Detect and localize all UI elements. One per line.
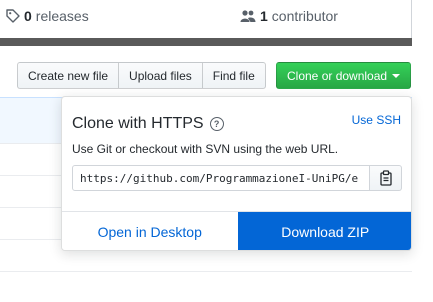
releases-label: releases [35,8,89,24]
open-in-desktop-button[interactable]: Open in Desktop [62,212,238,250]
download-zip-button[interactable]: Download ZIP [237,212,411,250]
clipboard-icon [379,170,392,186]
repo-summary-bar: 0 releases 1 contributor [0,0,412,38]
clone-title: Clone with HTTPS ? [72,115,224,133]
find-file-button[interactable]: Find file [201,62,266,89]
people-icon [240,10,256,22]
upload-files-button[interactable]: Upload files [118,62,203,89]
clone-title-text: Clone with HTTPS [72,115,204,132]
caret-down-icon [392,73,401,78]
releases-count: 0 [24,8,32,24]
clone-description: Use Git or checkout with SVN using the w… [72,142,339,156]
language-bar [0,38,412,46]
create-new-file-button[interactable]: Create new file [17,62,120,89]
file-actions: Create new file Upload files Find file [17,62,266,89]
clone-url-input[interactable] [72,165,370,191]
contributors-label: contributor [271,8,338,24]
releases-link[interactable]: 0 releases [6,8,89,24]
clone-url-group [72,165,402,191]
clone-popover: Clone with HTTPS ? Use SSH Use Git or ch… [61,96,412,251]
contributors-count: 1 [260,8,268,24]
contributors-link[interactable]: 1 contributor [240,8,338,24]
copy-url-button[interactable] [370,165,402,191]
table-row[interactable] [0,271,412,302]
clone-button-label: Clone or download [287,68,388,83]
clone-or-download-button[interactable]: Clone or download [276,62,412,89]
tag-icon [6,9,20,23]
use-ssh-link[interactable]: Use SSH [352,113,401,127]
clone-actions: Open in Desktop Download ZIP [62,211,411,250]
question-circle-icon[interactable]: ? [209,117,224,131]
repository-page: 0 releases 1 contributor Create new file… [0,0,433,302]
